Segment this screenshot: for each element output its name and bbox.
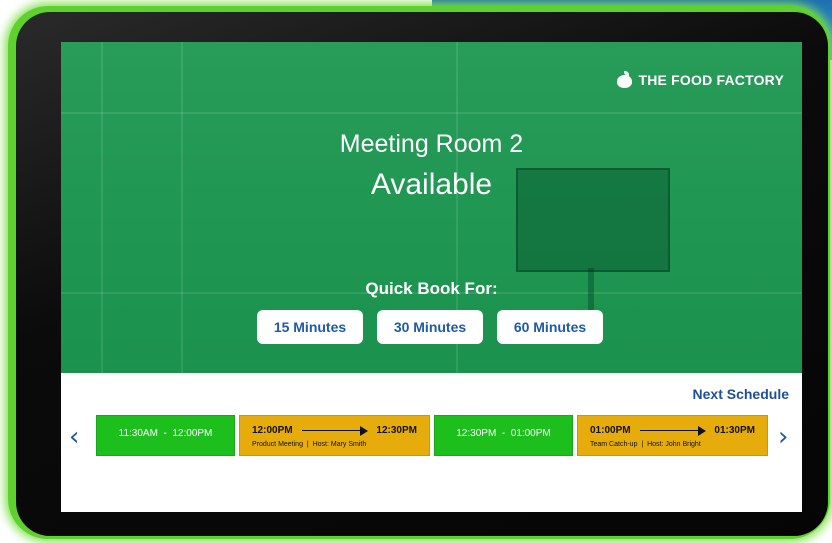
arrow-line [640, 430, 700, 431]
slot-time: 12:30PM - 01:00PM [456, 428, 551, 439]
decor-line [61, 112, 802, 114]
slot-details: Product Meeting | Host: Mary Smith [252, 441, 367, 448]
brand-logo: THE FOOD FACTORY [617, 71, 784, 88]
slot-host: Host: Mary Smith [312, 441, 367, 448]
slot-host: Host: John Bright [647, 441, 701, 448]
slot-end-time: 12:30PM [376, 425, 417, 436]
schedule-slot-booked[interactable]: 12:00PM 12:30PM Product Meeting | Host: … [239, 415, 430, 456]
arrow-right-icon [698, 426, 706, 436]
decor-line [101, 42, 103, 373]
decor-line [181, 42, 183, 373]
chevron-right-icon[interactable]: › [778, 424, 788, 450]
quick-book-options: 15 Minutes 30 Minutes 60 Minutes [257, 310, 603, 344]
slot-details: Team Catch-up | Host: John Bright [590, 441, 701, 448]
chevron-left-icon[interactable]: ‹ [69, 424, 79, 450]
tablet-screen: THE FOOD FACTORY Meeting Room 2 Availabl… [61, 42, 802, 512]
slot-end-time: 01:30PM [714, 425, 755, 436]
room-status: Available [370, 168, 493, 201]
quick-book-60-button[interactable]: 60 Minutes [497, 310, 603, 344]
room-hero: THE FOOD FACTORY Meeting Room 2 Availabl… [61, 42, 802, 373]
arrow-line [302, 430, 362, 431]
schedule-slot-free[interactable]: 11:30AM - 12:00PM [96, 415, 235, 456]
quick-book-15-button[interactable]: 15 Minutes [257, 310, 363, 344]
room-name: Meeting Room 2 [339, 130, 524, 158]
next-schedule-link[interactable]: Next Schedule [693, 386, 789, 402]
slot-start-time: 01:00PM [590, 425, 631, 436]
slot-time: 11:30AM - 12:00PM [118, 428, 213, 439]
schedule-slot-free[interactable]: 12:30PM - 01:00PM [434, 415, 573, 456]
slot-title: Team Catch-up [590, 441, 638, 448]
schedule-slot-booked[interactable]: 01:00PM 01:30PM Team Catch-up | Host: Jo… [577, 415, 768, 456]
slot-start-time: 12:00PM [252, 425, 293, 436]
slot-title: Product Meeting [252, 441, 303, 448]
schedule-slots: 11:30AM - 12:00PM 12:00PM 12:30PM Produc… [96, 415, 768, 456]
brand-name: THE FOOD FACTORY [638, 72, 784, 88]
arrow-right-icon [360, 426, 368, 436]
quick-book-label: Quick Book For: [365, 279, 498, 298]
apple-icon [617, 71, 633, 88]
quick-book-30-button[interactable]: 30 Minutes [377, 310, 483, 344]
